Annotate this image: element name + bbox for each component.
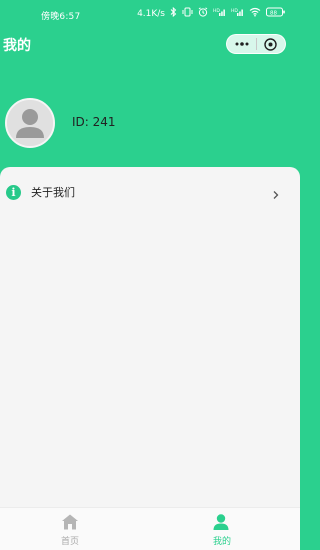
- info-icon: i: [6, 184, 21, 200]
- battery-level: 88: [270, 10, 277, 16]
- tab-home-label: 首页: [60, 537, 79, 547]
- home-icon: [61, 513, 79, 531]
- tab-mine[interactable]: 我的: [150, 508, 300, 550]
- bottom-tab-bar: 首页 我的: [0, 507, 300, 550]
- signal-icon: HD: [231, 7, 244, 20]
- status-bar: 傍晚6:57 4.1K/s HD HD 88: [0, 0, 300, 28]
- wifi-icon: [249, 7, 261, 20]
- profile-section: ID: 241: [0, 98, 300, 150]
- vibrate-icon: [182, 7, 193, 20]
- signal-hd-icon: HD: [213, 7, 226, 20]
- content-panel: i 关于我们: [0, 167, 300, 507]
- alarm-icon: [198, 7, 208, 20]
- menu-item-about-us[interactable]: i 关于我们: [0, 175, 300, 209]
- tab-home[interactable]: 首页: [0, 508, 150, 550]
- more-dots-icon: [235, 42, 248, 46]
- battery-icon: 88: [266, 7, 286, 20]
- close-button[interactable]: [257, 35, 285, 53]
- status-icons: 4.1K/s HD HD 88: [137, 6, 286, 20]
- close-circle-icon: [264, 37, 278, 51]
- tab-mine-label: 我的: [212, 537, 231, 547]
- user-icon: [212, 513, 230, 531]
- network-speed: 4.1K/s: [137, 8, 165, 19]
- more-button[interactable]: [227, 35, 256, 53]
- nav-header: 我的: [0, 28, 300, 64]
- svg-text:HD: HD: [213, 8, 220, 14]
- page-title: 我的: [3, 38, 31, 54]
- chevron-right-icon: [272, 185, 280, 204]
- status-time: 傍晚6:57: [41, 12, 81, 22]
- mini-program-capsule: [226, 34, 286, 54]
- svg-text:HD: HD: [231, 8, 238, 14]
- default-avatar-icon: [7, 100, 53, 146]
- user-id: ID: 241: [72, 115, 116, 129]
- menu-item-label: 关于我们: [31, 186, 75, 199]
- bluetooth-icon: [170, 6, 177, 20]
- avatar[interactable]: [5, 98, 55, 148]
- mini-program-screen: 傍晚6:57 4.1K/s HD HD 88 我的 ID: 241 i 关于我们…: [0, 0, 300, 550]
